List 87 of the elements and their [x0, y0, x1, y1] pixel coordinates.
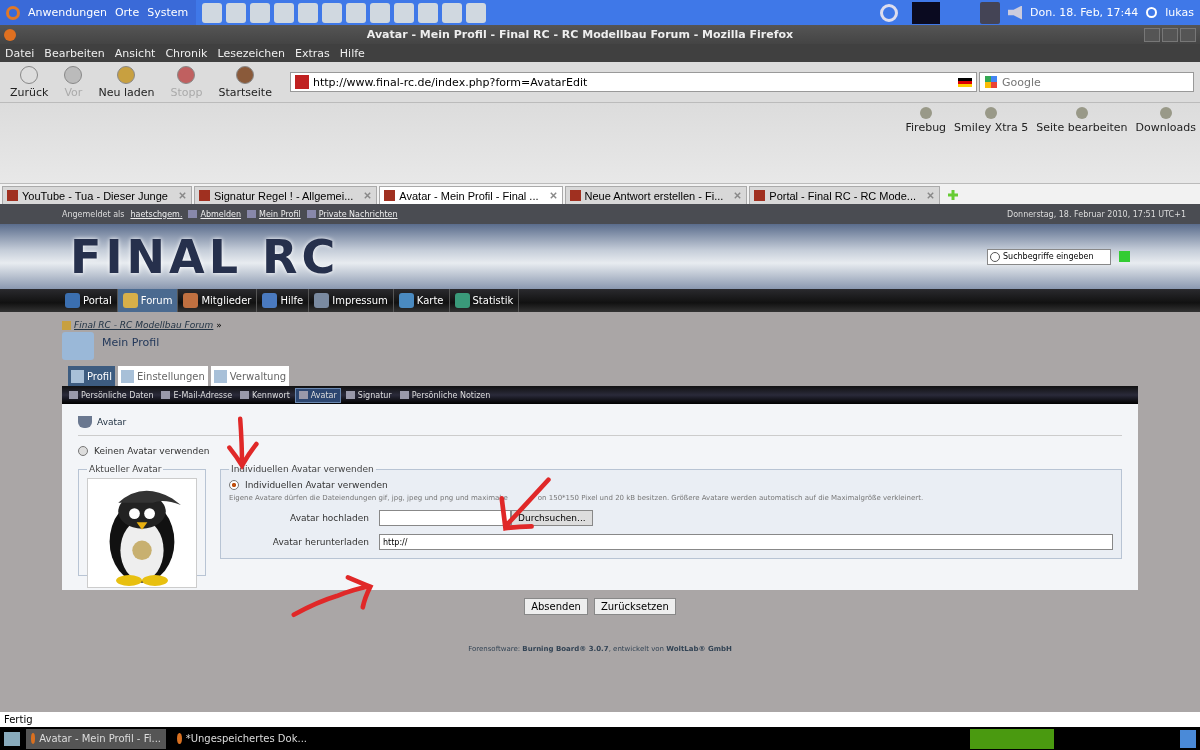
system-monitor-icon[interactable]	[912, 1, 940, 24]
sub-nav-item[interactable]: Avatar	[294, 387, 341, 403]
sub-nav-item[interactable]: Persönliche Daten	[66, 388, 157, 402]
workspace-switcher[interactable]	[970, 728, 1054, 749]
breadcrumb-separator: »	[216, 320, 222, 330]
sub-nav-item[interactable]: Kennwort	[237, 388, 293, 402]
toolbar-button[interactable]: Zurück	[4, 65, 55, 99]
radio-button[interactable]	[78, 446, 88, 456]
field-label: Avatar herunterladen	[271, 537, 370, 547]
toolbar-button[interactable]: Neu laden	[92, 65, 161, 99]
radio-button[interactable]	[229, 480, 239, 490]
logo-text[interactable]: FINAL RC	[70, 229, 340, 284]
search-engine-icon[interactable]	[985, 76, 997, 88]
nav-tab[interactable]: Impressum	[309, 289, 394, 312]
taskbar-button[interactable]: Avatar - Mein Profil - Fi...	[26, 728, 166, 749]
nav-tab[interactable]: Hilfe	[257, 289, 310, 312]
search-field[interactable]: Google	[979, 72, 1194, 92]
user-menu[interactable]: lukas	[1165, 6, 1194, 19]
sub-nav-item[interactable]: Signatur	[342, 388, 395, 402]
close-icon[interactable]	[926, 191, 935, 200]
nav-tab[interactable]: Statistik	[449, 289, 520, 312]
flag-icon	[958, 77, 972, 87]
browser-tab[interactable]: YouTube - Tua - Dieser Junge	[2, 186, 192, 204]
panel-menu[interactable]: System	[147, 6, 189, 19]
close-icon[interactable]	[363, 191, 373, 200]
toolbar-button[interactable]: Smiley Xtra 5	[954, 107, 1029, 134]
menu-item[interactable]: Bearbeiten	[44, 46, 105, 60]
form-button[interactable]: Absenden	[524, 598, 588, 615]
close-icon[interactable]	[733, 191, 743, 200]
browser-tab[interactable]: Portal - Final RC - RC Mode...	[749, 186, 940, 204]
browser-tab[interactable]: Avatar - Mein Profil - Final ...	[379, 186, 563, 204]
group-legend: Individuellen Avatar verwenden	[229, 464, 376, 474]
user-link[interactable]: Private Nachrichten	[306, 209, 398, 219]
status-text: Fertig	[4, 714, 33, 725]
address-field[interactable]: http://www.final-rc.de/index.php?form=AvatarEdit	[289, 72, 977, 92]
breadcrumb-link[interactable]: Final RC - RC Modellbau Forum	[74, 320, 214, 330]
browser-tab[interactable]: Signatur Regel ! - Allgemei...	[193, 186, 378, 204]
clock-text[interactable]: Don. 18. Feb, 17:44	[1030, 6, 1139, 19]
radio-label[interactable]: Individuellen Avatar verwenden	[245, 480, 388, 490]
section-title: Avatar	[97, 417, 127, 427]
toolbar-button[interactable]: Seite bearbeiten	[1036, 107, 1128, 134]
site-icon	[294, 75, 309, 89]
panel-menu[interactable]: Anwendungen	[28, 6, 107, 19]
profile-tab[interactable]: Einstellungen	[117, 366, 208, 386]
maximize-button[interactable]	[1162, 27, 1178, 42]
nav-tab[interactable]: Portal	[60, 289, 118, 312]
field-label: Avatar hochladen	[289, 513, 370, 523]
menu-item[interactable]: Lesezeichen	[217, 46, 286, 60]
taskbar-button[interactable]: *Ungespeichertes Dok...	[172, 728, 312, 749]
search-field[interactable]: Suchbegriffe eingeben	[987, 248, 1111, 265]
menu-item[interactable]: Hilfe	[339, 46, 365, 60]
url-input-field[interactable]: http://	[379, 534, 1113, 550]
toolbar-button[interactable]: Startseite	[212, 65, 278, 99]
login-text: Angemeldet als	[62, 209, 125, 219]
username-link[interactable]: haetschgem.	[130, 209, 183, 219]
file-input-field[interactable]	[379, 510, 511, 526]
form-button[interactable]: Zurücksetzen	[593, 598, 676, 615]
browse-button[interactable]: Durchsuchen...	[511, 510, 593, 526]
nav-tab[interactable]: Karte	[393, 289, 450, 312]
menu-item[interactable]: Datei	[5, 46, 35, 60]
minimize-button[interactable]	[1144, 27, 1160, 42]
toolbar-button[interactable]: Firebug	[905, 107, 947, 134]
search-icon[interactable]	[880, 3, 898, 22]
panel-menu[interactable]: Orte	[114, 6, 140, 19]
date-text: Donnerstag, 18. Februar 2010, 17:51 UTC+1	[1007, 209, 1186, 219]
browser-tab[interactable]: Neue Antwort erstellen - Fi...	[564, 186, 748, 204]
close-icon[interactable]	[177, 191, 187, 200]
menu-item[interactable]: Ansicht	[114, 46, 156, 60]
profile-tab[interactable]: Profil	[68, 366, 115, 386]
profile-tab[interactable]: Verwaltung	[210, 366, 290, 386]
menu-item[interactable]: Chronik	[165, 46, 208, 60]
close-icon[interactable]	[548, 191, 558, 200]
sub-nav-item[interactable]: E-Mail-Adresse	[158, 388, 236, 402]
nav-tab[interactable]: Mitglieder	[178, 289, 258, 312]
nav-tab[interactable]: Forum	[117, 289, 179, 312]
window-title: Avatar - Mein Profil - Final RC - RC Modellbau Forum - Mozilla Firefox	[365, 28, 795, 41]
page-heading: Mein Profil	[102, 336, 160, 349]
user-link[interactable]: Abmelden	[188, 209, 242, 219]
menu-item[interactable]: Extras	[295, 46, 330, 60]
toolbar-button[interactable]: Downloads	[1135, 107, 1196, 134]
group-legend: Aktueller Avatar	[87, 464, 164, 474]
radio-label[interactable]: Keinen Avatar verwenden	[94, 446, 210, 456]
new-tab-icon[interactable]	[948, 190, 958, 200]
volume-icon[interactable]	[1008, 5, 1022, 20]
sub-nav-item[interactable]: Persönliche Notizen	[396, 388, 494, 402]
user-link[interactable]: Mein Profil	[247, 209, 301, 219]
close-button[interactable]	[1180, 27, 1196, 42]
